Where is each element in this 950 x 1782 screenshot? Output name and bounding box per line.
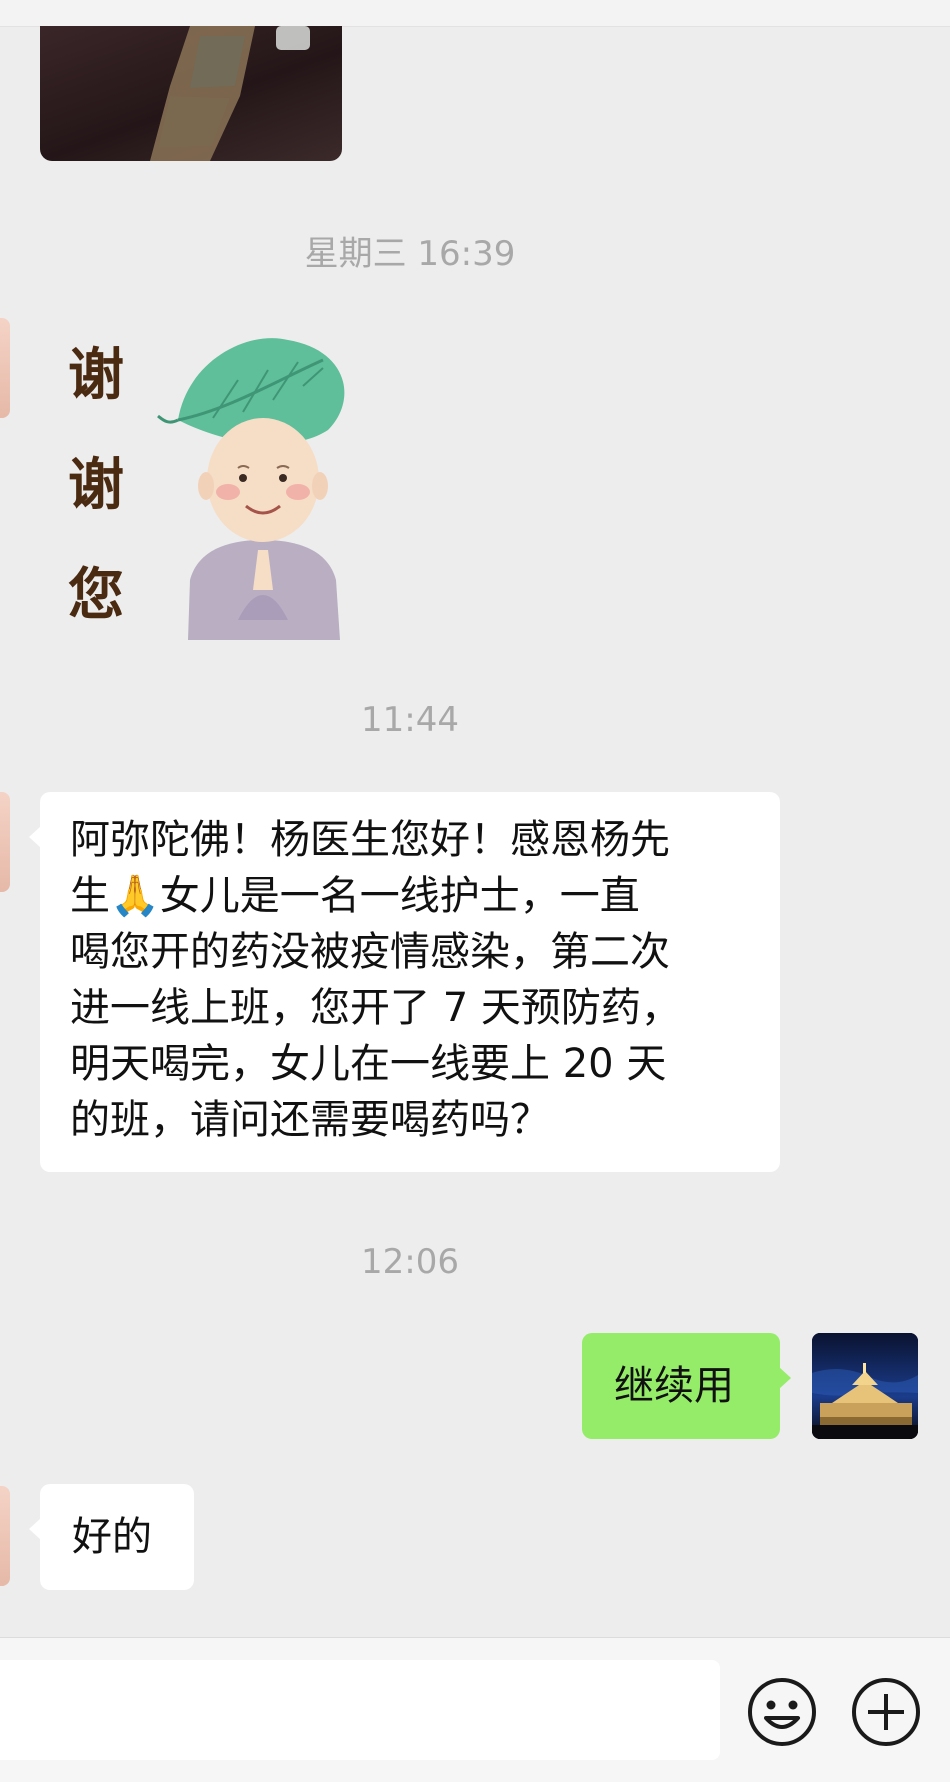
sticker-char: 谢: [68, 342, 124, 408]
incoming-message-bubble[interactable]: 好的: [29, 1484, 194, 1590]
contact-avatar[interactable]: [0, 318, 10, 418]
message-text: 好的: [72, 1514, 152, 1560]
photo-content-icon: [150, 26, 310, 161]
contact-avatar[interactable]: [0, 792, 10, 892]
message-input[interactable]: [0, 1660, 720, 1760]
message-text: 继续用: [614, 1363, 734, 1409]
message-line: 阿弥陀佛！杨医生您好！感恩杨先: [70, 817, 670, 863]
contact-avatar[interactable]: [0, 1486, 10, 1586]
outgoing-message-bubble[interactable]: 继续用: [582, 1333, 791, 1439]
timestamp: 星期三 16:39: [304, 234, 516, 274]
timestamp: 11:44: [361, 700, 459, 740]
sticker-caption: 谢 谢 您: [66, 320, 126, 650]
message-line: 喝您开的药没被疫情感染，第二次: [70, 929, 670, 975]
temple-night-photo-icon: [812, 1333, 918, 1439]
praying-child-sticker-icon: [157, 338, 345, 640]
sticker-char: 谢: [68, 452, 124, 518]
image-message-thumbnail[interactable]: [40, 26, 342, 161]
sticker-message[interactable]: 谢 谢 您: [58, 320, 348, 640]
message-line: 明天喝完，女儿在一线要上 20 天: [70, 1041, 667, 1087]
smiley-face-icon[interactable]: [746, 1676, 818, 1748]
my-avatar[interactable]: [812, 1333, 918, 1439]
message-line: 的班，请问还需要喝药吗？: [70, 1097, 550, 1143]
sticker-char: 您: [68, 562, 124, 628]
incoming-message-bubble[interactable]: 阿弥陀佛！杨医生您好！感恩杨先 生🙏女儿是一名一线护士，一直 喝您开的药没被疫情…: [29, 792, 780, 1172]
message-line: 生🙏女儿是一名一线护士，一直: [70, 873, 640, 919]
message-line: 进一线上班，您开了 7 天预防药，: [70, 985, 681, 1031]
chat-input-bar: [0, 1637, 950, 1782]
top-status-strip: [0, 0, 950, 27]
plus-circle-icon[interactable]: [850, 1676, 922, 1748]
timestamp: 12:06: [361, 1242, 459, 1282]
